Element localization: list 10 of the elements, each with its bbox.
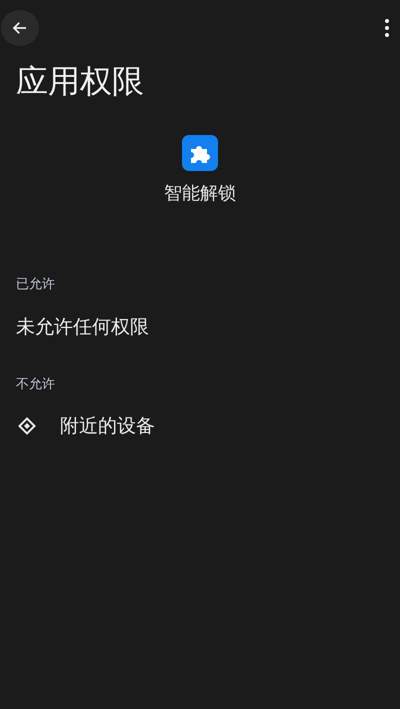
app-name: 智能解锁 [164,182,236,205]
section-header: 已允许 [16,276,55,293]
permission-item[interactable]: 附近的设备 [60,413,155,439]
empty-message: 未允许任何权限 [16,315,149,340]
section-header: 不允许 [16,376,55,393]
back-button[interactable] [1,10,39,46]
more-menu-icon[interactable] [382,18,392,38]
page-title: 应用权限 [16,61,144,102]
diamond-icon [18,417,36,435]
puzzle-piece-icon [182,135,218,171]
